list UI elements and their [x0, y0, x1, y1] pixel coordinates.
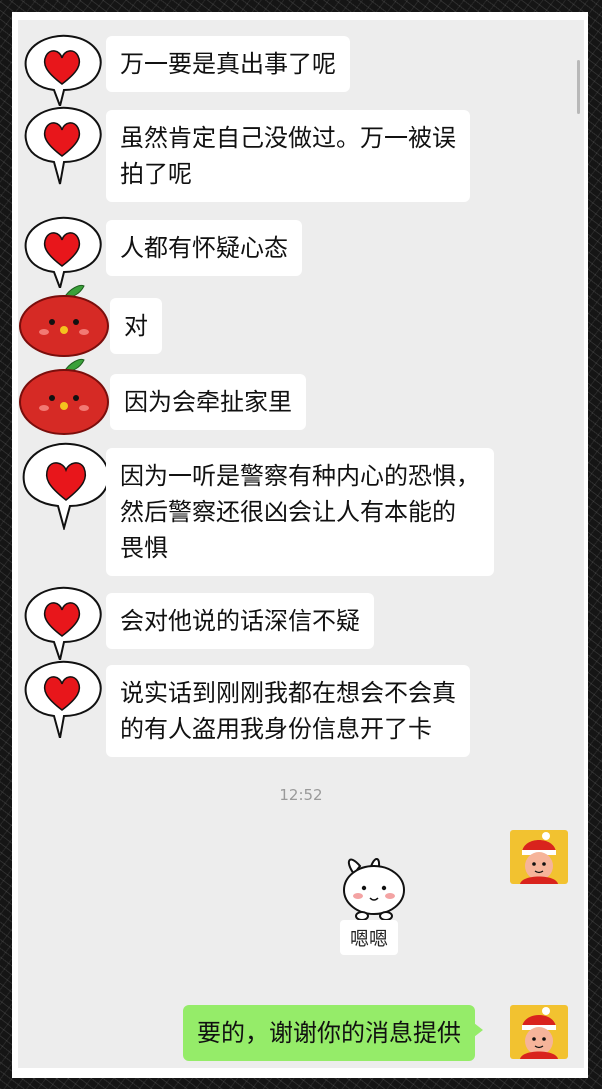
heart-icon[interactable] — [18, 210, 106, 288]
heart-icon[interactable] — [18, 654, 106, 738]
heart-icon[interactable] — [18, 100, 106, 186]
message-bubble[interactable]: 说实话到刚刚我都在想会不会真 的有人盗用我身份信息开了卡 — [106, 665, 470, 757]
message-bubble[interactable]: 会对他说的话深信不疑 — [106, 593, 374, 649]
chat-area[interactable]: 万一要是真出事了呢 虽然肯定自己没做过。万一被误 拍了呢 人都有怀疑心态 对 因… — [18, 20, 584, 1068]
my-message-bubble[interactable]: 要的，谢谢你的消息提供 — [183, 1005, 483, 1061]
red-hat-kid-icon[interactable] — [510, 1005, 568, 1059]
message-bubble[interactable]: 万一要是真出事了呢 — [106, 36, 350, 92]
heart-icon[interactable] — [18, 438, 114, 530]
heart-icon[interactable] — [18, 28, 106, 106]
heart-icon[interactable] — [18, 580, 106, 660]
message-bubble[interactable]: 虽然肯定自己没做过。万一被误 拍了呢 — [106, 110, 470, 202]
timestamp: 12:52 — [279, 786, 323, 804]
message-bubble[interactable]: 人都有怀疑心态 — [106, 220, 302, 276]
bunny-icon[interactable] — [340, 854, 410, 922]
message-bubble[interactable]: 对 — [110, 298, 162, 354]
apple-face-icon[interactable] — [18, 278, 110, 358]
scrollbar[interactable] — [577, 60, 580, 114]
message-bubble[interactable]: 因为一听是警察有种内心的恐惧， 然后警察还很凶会让人有本能的 畏惧 — [106, 448, 494, 576]
apple-face-icon[interactable] — [18, 352, 110, 436]
message-bubble[interactable]: 因为会牵扯家里 — [110, 374, 306, 430]
sticker-caption: 嗯嗯 — [340, 920, 399, 955]
red-hat-kid-icon[interactable] — [510, 830, 568, 884]
